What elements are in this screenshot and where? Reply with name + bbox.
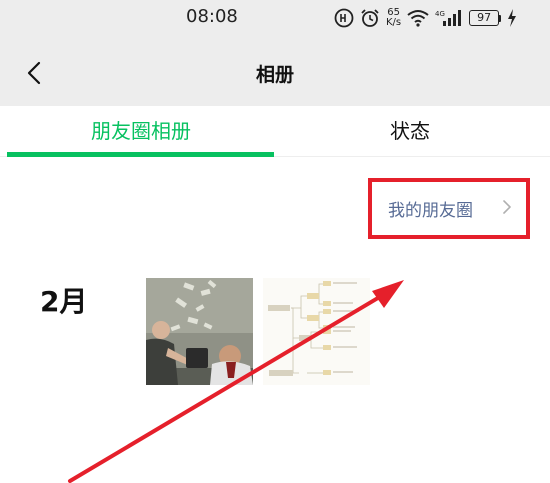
nav-bar: 相册	[0, 40, 550, 106]
status-time: 08:08	[186, 6, 238, 27]
net-speed: 65 K/s	[386, 8, 401, 28]
active-tab-indicator	[7, 152, 274, 157]
status-bar: 08:08 65 K/s 4G 97	[0, 0, 550, 40]
net-speed-unit: K/s	[386, 17, 402, 28]
svg-text:4G: 4G	[435, 10, 445, 18]
signal-icon: 4G	[435, 10, 462, 26]
hd-icon	[334, 8, 354, 28]
photo-icon	[146, 278, 253, 385]
mindmap-thumbnail[interactable]	[263, 278, 370, 385]
battery-level: 97	[469, 10, 500, 26]
battery-icon: 97	[469, 10, 502, 26]
chevron-right-icon	[503, 200, 511, 214]
alarm-icon	[361, 9, 379, 27]
tab-status[interactable]: 状态	[275, 106, 545, 157]
my-moments-link[interactable]: 我的朋友圈	[368, 178, 530, 239]
mindmap-icon	[263, 278, 370, 385]
tab-bar: 朋友圈相册 状态	[0, 106, 550, 157]
month-label: 2月	[40, 285, 88, 318]
my-moments-label: 我的朋友圈	[388, 201, 473, 221]
photo-thumbnail[interactable]	[146, 278, 253, 385]
page-title: 相册	[255, 64, 294, 86]
wifi-icon	[407, 10, 429, 27]
charging-icon	[508, 9, 517, 27]
tab-moments-album[interactable]: 朋友圈相册	[6, 106, 276, 157]
status-icons: 65 K/s 4G 97	[334, 6, 517, 30]
